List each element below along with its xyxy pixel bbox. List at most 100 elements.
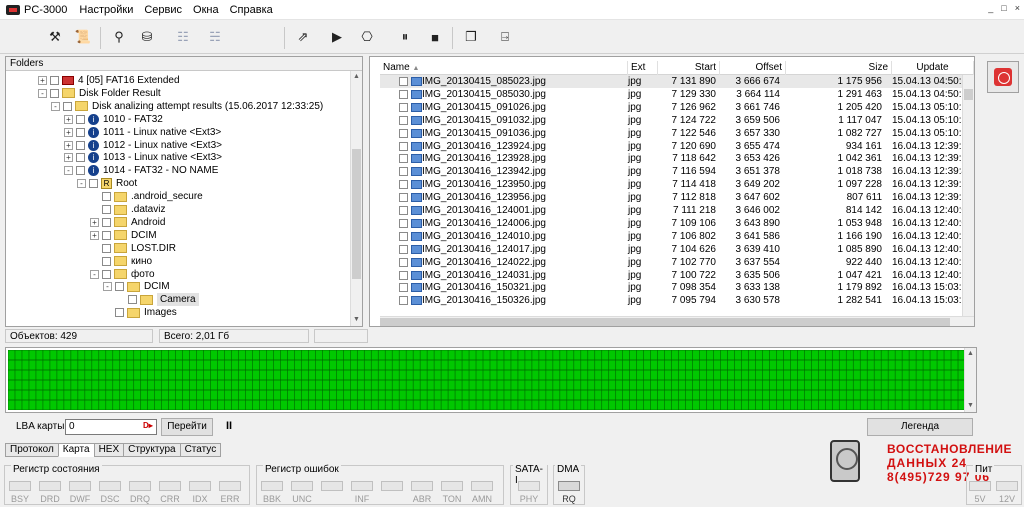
tree-checkbox[interactable]	[102, 230, 111, 240]
menu-help[interactable]: Справка	[230, 4, 273, 16]
scroll-thumb[interactable]	[352, 149, 361, 279]
scroll-up-icon[interactable]: ▲	[965, 348, 976, 360]
tree-checkbox[interactable]	[50, 76, 59, 85]
col-start[interactable]: Start	[658, 61, 720, 75]
play-icon[interactable]: ▶	[326, 27, 348, 47]
scroll-up-icon[interactable]: ▲	[351, 71, 362, 83]
col-name[interactable]: Name ▲	[380, 61, 628, 75]
file-row[interactable]: IMG_20130416_123950.jpg jpg 7 114 418 3 649…	[380, 178, 974, 191]
file-row[interactable]: IMG_20130416_123924.jpg jpg 7 120 690 3 655…	[380, 140, 974, 153]
collapse-icon[interactable]: -	[90, 269, 99, 279]
file-row[interactable]: IMG_20130415_091032.jpg jpg 7 124 722 3 659…	[380, 114, 974, 127]
tree-node[interactable]: - Disk analizing attempt results (15.06.2…	[51, 100, 323, 113]
collapse-icon[interactable]: -	[51, 101, 60, 111]
tools-icon[interactable]: ⚒	[44, 27, 66, 47]
binoculars-icon[interactable]: ⚲	[108, 27, 130, 47]
tree-node[interactable]: + i 1012 - Linux native <Ext3>	[64, 139, 222, 152]
col-size[interactable]: Size	[786, 61, 892, 75]
tree-checkbox[interactable]	[63, 101, 72, 111]
menu-settings[interactable]: Настройки	[79, 4, 133, 16]
recovery-panel-button[interactable]	[987, 61, 1019, 93]
hscroll-thumb[interactable]	[380, 318, 950, 326]
tree-filter-icon[interactable]: ☵	[204, 27, 226, 47]
file-checkbox[interactable]	[399, 115, 408, 125]
scroll-icon[interactable]: 📜	[72, 27, 94, 47]
tree-node[interactable]: Images	[103, 306, 177, 319]
close-icon[interactable]: ×	[1015, 3, 1020, 13]
tree-node[interactable]: + Android	[90, 216, 165, 229]
tree-node[interactable]: + i 1011 - Linux native <Ext3>	[64, 126, 221, 139]
scroll-down-icon[interactable]: ▼	[965, 400, 976, 412]
col-update[interactable]: Update	[892, 61, 974, 75]
tree-node[interactable]: Camera	[116, 293, 199, 307]
file-checkbox[interactable]	[399, 257, 408, 267]
tree-node[interactable]: - R Root	[77, 177, 137, 190]
file-checkbox[interactable]	[399, 270, 408, 280]
file-row[interactable]: IMG_20130415_085030.jpg jpg 7 129 330 3 664…	[380, 88, 974, 101]
expand-icon[interactable]: +	[64, 114, 73, 124]
tree-checkbox[interactable]	[102, 192, 111, 202]
collapse-icon[interactable]: -	[103, 282, 112, 292]
file-checkbox[interactable]	[399, 167, 408, 177]
tab-map[interactable]: Карта	[57, 443, 95, 457]
folders-scrollbar[interactable]: ▲ ▼	[350, 71, 362, 326]
tab-protocol[interactable]: Протокол	[5, 443, 59, 457]
tree-checkbox[interactable]	[76, 153, 85, 163]
file-checkbox[interactable]	[399, 154, 408, 164]
file-checkbox[interactable]	[399, 283, 408, 293]
menu-windows[interactable]: Окна	[193, 4, 219, 16]
pause-icon[interactable]: ⏸	[394, 27, 416, 47]
tab-status[interactable]: Статус	[179, 443, 222, 457]
file-row[interactable]: IMG_20130415_085023.jpg jpg 7 131 890 3 666…	[380, 75, 974, 88]
menu-service[interactable]: Сервис	[144, 4, 182, 16]
tree-checkbox[interactable]	[76, 166, 85, 176]
tree-checkbox[interactable]	[115, 282, 124, 292]
tree-checkbox[interactable]	[89, 179, 98, 189]
file-row[interactable]: IMG_20130416_124006.jpg jpg 7 109 106 3 643…	[380, 217, 974, 230]
file-checkbox[interactable]	[399, 77, 408, 86]
tree-checkbox[interactable]	[76, 114, 85, 124]
file-row[interactable]: IMG_20130416_150326.jpg jpg 7 095 794 3 630…	[380, 294, 974, 307]
stop-icon[interactable]: ■	[424, 27, 446, 47]
expand-icon[interactable]: +	[64, 140, 73, 150]
file-checkbox[interactable]	[399, 128, 408, 138]
tree-checkbox[interactable]	[102, 269, 111, 279]
file-row[interactable]: IMG_20130416_123942.jpg jpg 7 116 594 3 651…	[380, 165, 974, 178]
file-checkbox[interactable]	[399, 206, 408, 215]
lba-go-icon[interactable]: D▸	[143, 421, 155, 433]
file-checkbox[interactable]	[399, 231, 408, 241]
file-row[interactable]: IMG_20130415_091036.jpg jpg 7 122 546 3 657…	[380, 127, 974, 140]
file-row[interactable]: IMG_20130416_150321.jpg jpg 7 098 354 3 633…	[380, 281, 974, 294]
scroll-thumb[interactable]	[964, 89, 973, 100]
sector-map-grid[interactable]	[8, 350, 965, 410]
file-checkbox[interactable]	[399, 89, 408, 99]
expand-icon[interactable]: +	[38, 76, 47, 85]
file-row[interactable]: IMG_20130416_124031.jpg jpg 7 100 722 3 635…	[380, 269, 974, 282]
file-checkbox[interactable]	[399, 296, 408, 306]
tree-checkbox[interactable]	[128, 295, 137, 305]
expand-icon[interactable]: +	[90, 217, 99, 227]
tree-node[interactable]: LOST.DIR	[90, 242, 176, 255]
collapse-icon[interactable]: -	[77, 179, 86, 189]
tree-node[interactable]: кино	[90, 255, 152, 268]
legend-button[interactable]: Легенда	[867, 418, 973, 436]
file-checkbox[interactable]	[399, 218, 408, 228]
windows-icon[interactable]: ❐	[460, 27, 482, 47]
tab-structure[interactable]: Структура	[123, 443, 181, 457]
tree-checkbox[interactable]	[76, 140, 85, 150]
tree-node[interactable]: + i 1010 - FAT32	[64, 113, 163, 126]
file-checkbox[interactable]	[399, 141, 408, 151]
export-icon[interactable]: ⇗	[292, 27, 314, 47]
tree-view-icon[interactable]: ☷	[172, 27, 194, 47]
expand-icon[interactable]: +	[64, 127, 73, 137]
tree-checkbox[interactable]	[115, 308, 124, 318]
files-scrollbar[interactable]	[962, 75, 974, 316]
expand-icon[interactable]: +	[64, 153, 73, 163]
tree-node[interactable]: - фото	[90, 268, 155, 281]
tree-node[interactable]: .dataviz	[90, 203, 165, 216]
tree-node[interactable]: - DCIM	[103, 280, 170, 293]
file-row[interactable]: IMG_20130416_123956.jpg jpg 7 112 818 3 647…	[380, 191, 974, 204]
file-row[interactable]: IMG_20130415_091026.jpg jpg 7 126 962 3 661…	[380, 101, 974, 114]
collapse-icon[interactable]: -	[38, 88, 47, 98]
tree-node[interactable]: - i 1014 - FAT32 - NO NAME	[64, 164, 218, 177]
